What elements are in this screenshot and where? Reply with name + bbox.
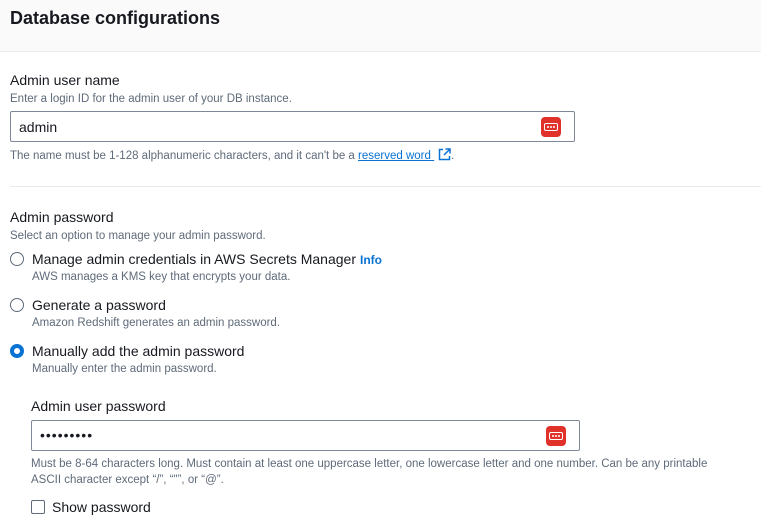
reserved-word-link-text: reserved word [358, 150, 431, 162]
section-header: Database configurations [0, 0, 761, 52]
password-key-icon[interactable] [546, 426, 566, 446]
external-link-icon [438, 148, 451, 161]
admin-user-name-description: Enter a login ID for the admin user of y… [10, 93, 292, 105]
admin-user-name-label: Admin user name [10, 72, 120, 88]
divider [10, 186, 761, 187]
admin-password-label: Admin password [10, 209, 114, 225]
option-secrets-manager[interactable]: Manage admin credentials in AWS Secrets … [32, 250, 382, 269]
password-key-icon[interactable] [541, 117, 561, 137]
show-password-label[interactable]: Show password [52, 498, 151, 516]
reserved-word-link[interactable]: reserved word [358, 148, 451, 162]
option-generate-password-description: Amazon Redshift generates an admin passw… [32, 317, 281, 329]
constraint-text: The name must be 1-128 alphanumeric char… [10, 150, 355, 162]
option-generate-password-label[interactable]: Generate a password [32, 296, 166, 314]
option-secrets-manager-label: Manage admin credentials in AWS Secrets … [32, 251, 356, 267]
admin-user-password-input[interactable]: ••••••••• [31, 420, 580, 451]
admin-user-name-input[interactable]: admin [10, 111, 575, 142]
admin-user-name-constraint: The name must be 1-128 alphanumeric char… [10, 148, 454, 164]
info-link[interactable]: Info [360, 253, 382, 267]
radio-manual-password[interactable] [10, 344, 24, 358]
constraint-suffix: . [451, 150, 455, 162]
admin-user-password-label: Admin user password [31, 398, 166, 414]
admin-password-description: Select an option to manage your admin pa… [10, 230, 266, 242]
radio-generate-password[interactable] [10, 298, 24, 312]
section-title: Database configurations [10, 8, 221, 28]
admin-user-password-constraint-line2: ASCII character except “/”, “"”, or “@”. [31, 474, 224, 486]
option-secrets-manager-description: AWS manages a KMS key that encrypts your… [32, 271, 291, 283]
radio-secrets-manager[interactable] [10, 252, 24, 266]
admin-user-password-constraint-line1: Must be 8-64 characters long. Must conta… [31, 458, 708, 470]
show-password-checkbox[interactable] [31, 500, 45, 514]
option-manual-password-description: Manually enter the admin password. [32, 363, 217, 375]
option-manual-password-label[interactable]: Manually add the admin password [32, 342, 244, 360]
admin-user-name-value: admin [19, 119, 58, 135]
admin-user-password-value: ••••••••• [40, 427, 94, 443]
